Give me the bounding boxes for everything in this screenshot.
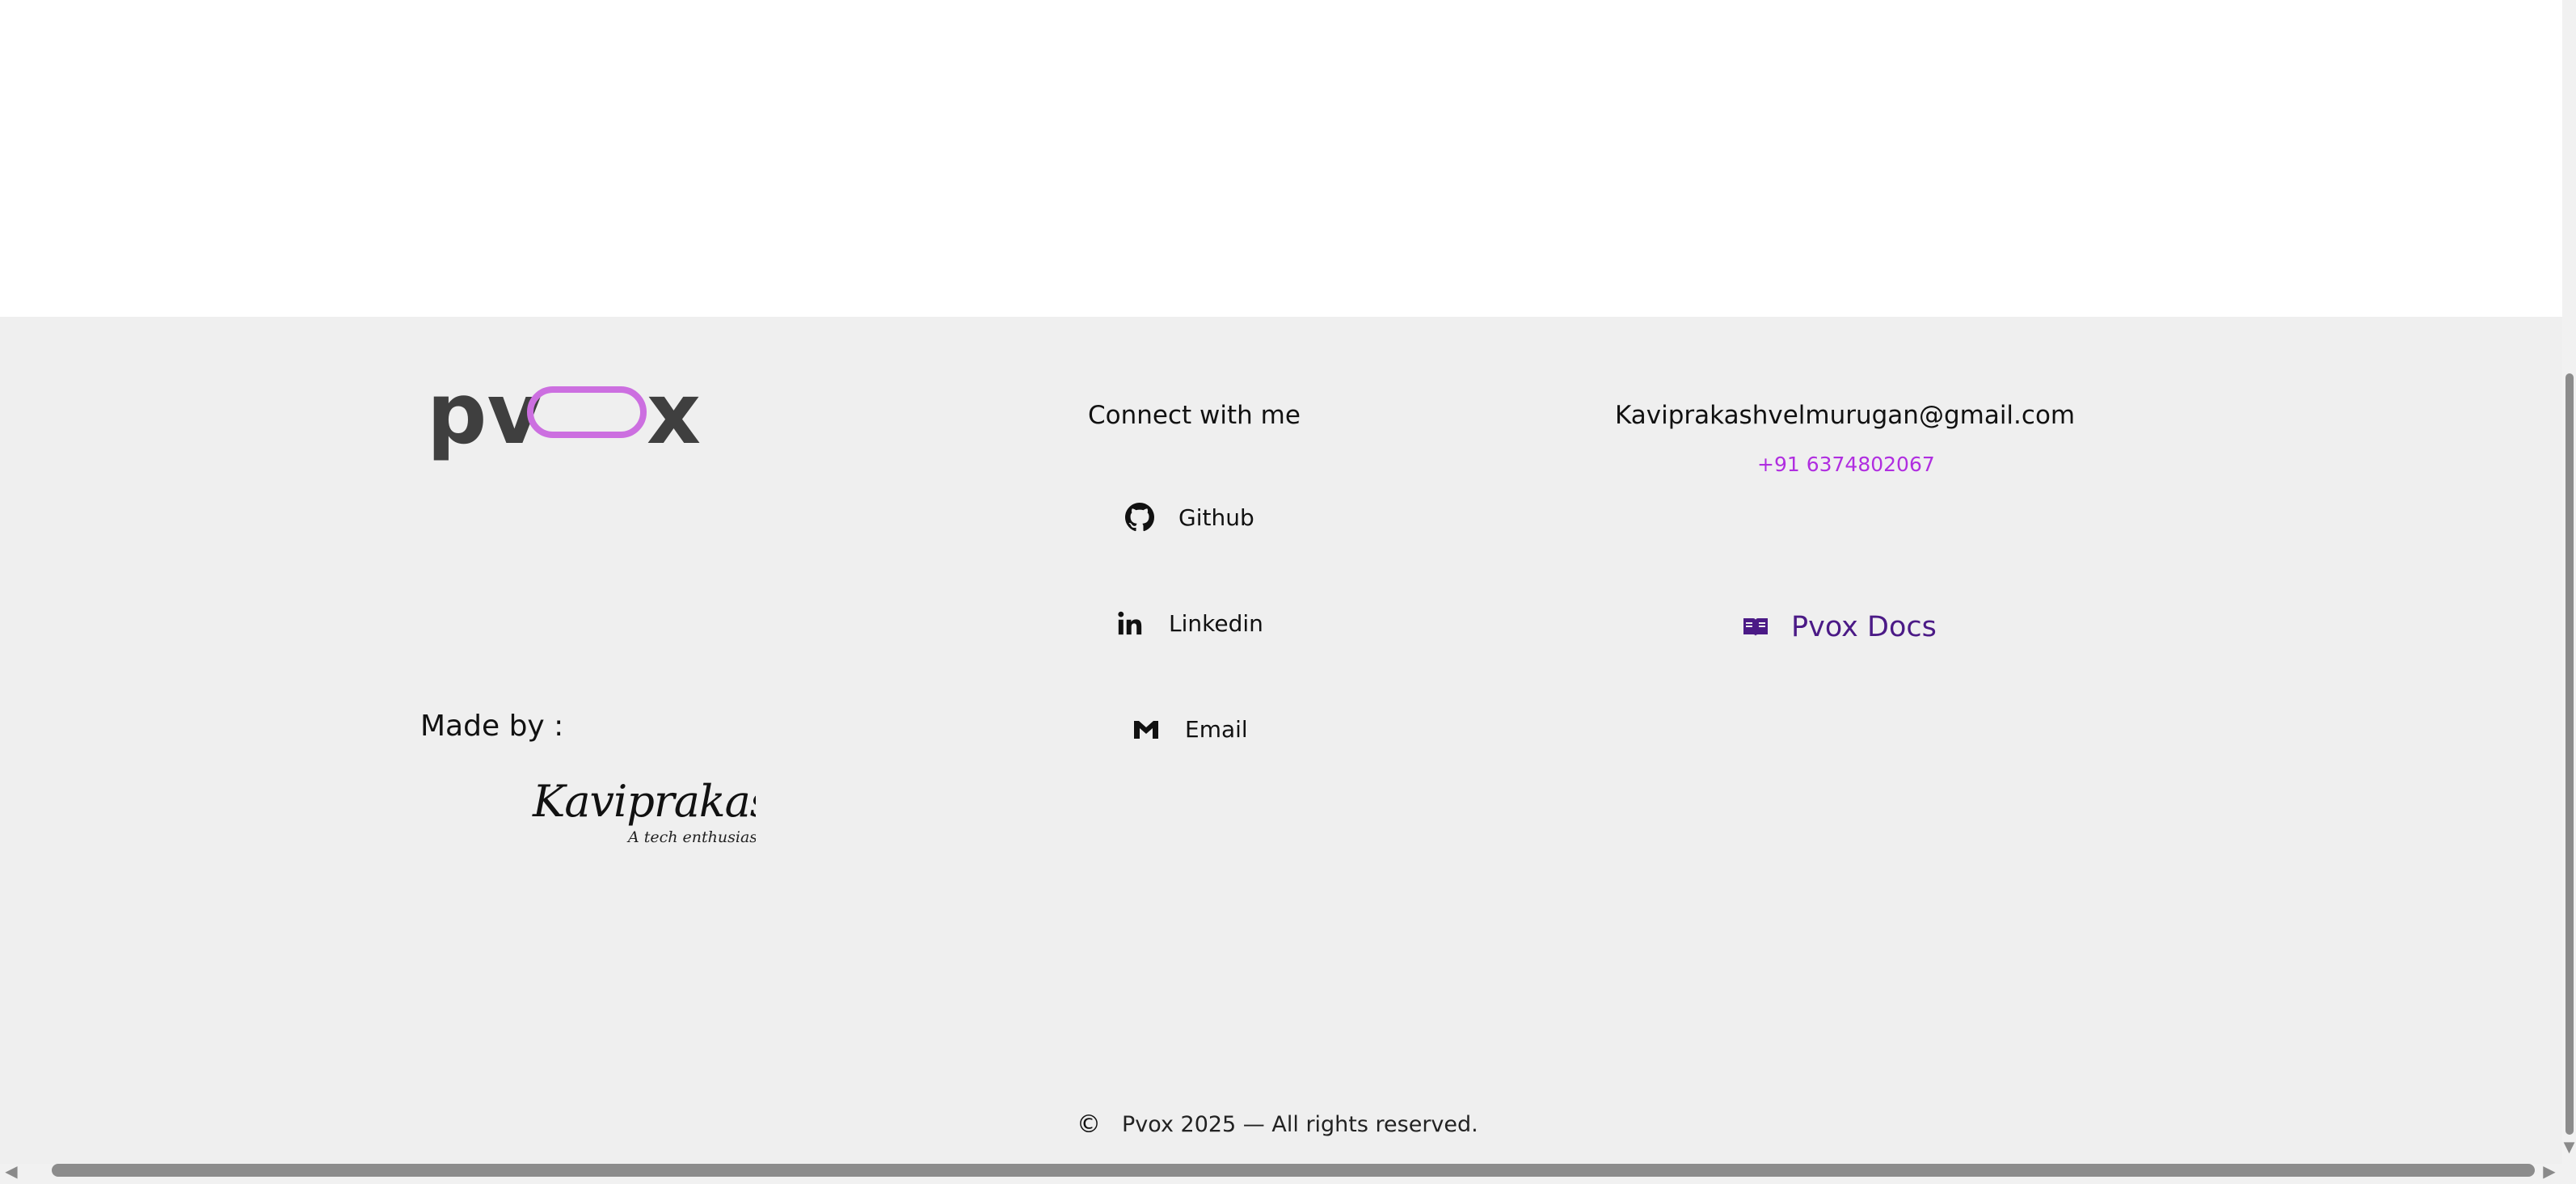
contact-email[interactable]: Kaviprakashvelmurugan@gmail.com <box>1615 401 2075 430</box>
logo-text-left: pv <box>427 380 542 461</box>
github-link[interactable]: Github <box>1124 501 1254 533</box>
signature-image: Kaviprakash V A tech enthusiast <box>529 774 848 855</box>
connect-title: Connect with me <box>1088 401 1301 430</box>
copyright-text: Pvox 2025 — All rights reserved. <box>1122 1112 1478 1137</box>
email-label: Email <box>1185 715 1248 743</box>
gmail-icon <box>1130 713 1162 745</box>
github-label: Github <box>1178 504 1254 531</box>
signature-tagline: A tech enthusiast <box>626 828 756 846</box>
pvox-logo[interactable]: pv x <box>427 380 702 461</box>
github-icon <box>1124 501 1156 533</box>
pvox-docs-label: Pvox Docs <box>1791 611 1937 643</box>
made-by-label: Made by : <box>420 710 564 743</box>
contact-phone[interactable]: +91 6374802067 <box>1757 453 1935 476</box>
linkedin-link[interactable]: Linkedin <box>1114 607 1263 639</box>
site-footer <box>0 317 2562 1164</box>
pvox-docs-link[interactable]: Pvox Docs <box>1741 611 1937 643</box>
scroll-down-arrow-icon[interactable]: ▼ <box>2562 1135 2576 1159</box>
book-icon <box>1741 613 1770 642</box>
linkedin-icon <box>1114 607 1146 639</box>
scroll-left-arrow-icon[interactable]: ◀ <box>2 1159 21 1183</box>
logo-pill-shape <box>527 386 647 438</box>
copyright-bar: © Pvox 2025 — All rights reserved. <box>1077 1110 1478 1139</box>
scroll-right-arrow-icon[interactable]: ▶ <box>2540 1159 2559 1183</box>
signature-name: Kaviprakash V <box>532 776 756 827</box>
horizontal-scrollbar-thumb[interactable] <box>52 1164 2535 1177</box>
vertical-scrollbar-thumb[interactable] <box>2565 373 2574 1135</box>
page: pv x Made by : Kaviprakash V A tech enth… <box>0 0 2562 1164</box>
linkedin-label: Linkedin <box>1169 609 1263 637</box>
content-area <box>0 0 2562 317</box>
copyright-icon: © <box>1077 1110 1101 1139</box>
logo-text-right: x <box>647 380 701 461</box>
email-link[interactable]: Email <box>1130 713 1248 745</box>
